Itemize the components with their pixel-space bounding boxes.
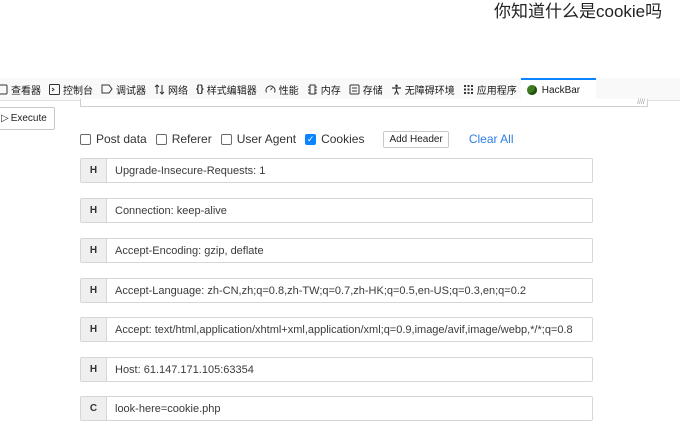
header-type-badge: H xyxy=(81,199,107,222)
tab-label: 调试器 xyxy=(116,85,146,97)
tab-label: 性能 xyxy=(278,85,299,97)
header-type-badge: H xyxy=(81,279,107,302)
cookies-checkbox[interactable]: ✓ xyxy=(305,133,317,145)
header-row: H Accept: text/html,application/xhtml+xm… xyxy=(80,317,593,342)
url-textarea[interactable]: //// xyxy=(80,99,648,107)
tab-label: 查看器 xyxy=(11,85,41,97)
devtools-toolbar: 查看器 控制台 调试器 网络 {} 样式编辑器 性能 内存 存储 无障碍环境 应… xyxy=(0,78,680,101)
referer-option[interactable]: Referer xyxy=(155,132,212,146)
tab-label: 内存 xyxy=(320,85,341,97)
application-icon xyxy=(463,84,474,95)
tab-application[interactable]: 应用程序 xyxy=(459,78,521,100)
tab-console[interactable]: 控制台 xyxy=(45,78,97,100)
header-type-badge: H xyxy=(81,239,107,262)
header-value-input[interactable]: Accept-Encoding: gzip, deflate xyxy=(107,239,264,262)
tab-label: HackBar xyxy=(541,84,581,96)
header-row: H Host: 61.147.171.105:63354 xyxy=(80,357,593,382)
option-label: Cookies xyxy=(321,132,365,146)
clear-all-link[interactable]: Clear All xyxy=(469,132,514,146)
tab-label: 存储 xyxy=(362,85,383,97)
page-title: 你知道什么是cookie吗 xyxy=(494,2,663,21)
play-icon: ▷ xyxy=(1,113,9,124)
header-value-input[interactable]: Accept-Language: zh-CN,zh;q=0.8,zh-TW;q=… xyxy=(107,279,526,302)
execute-label: Execute xyxy=(10,113,47,124)
tab-network[interactable]: 网络 xyxy=(150,78,192,100)
user-agent-checkbox[interactable] xyxy=(220,133,232,145)
add-header-button[interactable]: Add Header xyxy=(383,130,449,148)
tab-style-editor[interactable]: {} 样式编辑器 xyxy=(192,78,261,100)
tab-label: 应用程序 xyxy=(476,85,517,97)
header-value-input[interactable]: Host: 61.147.171.105:63354 xyxy=(107,358,254,381)
hackbar-icon xyxy=(526,85,537,95)
tab-storage[interactable]: 存储 xyxy=(345,78,387,100)
tab-memory[interactable]: 内存 xyxy=(303,78,345,100)
user-agent-option[interactable]: User Agent xyxy=(220,132,297,146)
option-label: Post data xyxy=(96,132,147,146)
header-row: H Upgrade-Insecure-Requests: 1 xyxy=(80,158,593,183)
performance-icon xyxy=(265,84,276,95)
cookie-value-input[interactable]: look-here=cookie.php xyxy=(107,397,221,420)
referer-checkbox[interactable] xyxy=(155,133,167,145)
post-data-option[interactable]: Post data xyxy=(80,132,147,146)
storage-icon xyxy=(349,84,360,95)
tab-label: 样式编辑器 xyxy=(206,85,257,97)
console-icon xyxy=(49,83,60,95)
cookie-type-badge: C xyxy=(81,397,107,420)
header-row: H Connection: keep-alive xyxy=(80,198,593,223)
accessibility-icon xyxy=(391,84,402,95)
style-editor-icon: {} xyxy=(196,83,204,95)
options-row: Post data Referer User Agent ✓ Cookies A… xyxy=(80,130,514,148)
cookie-row: C look-here=cookie.php xyxy=(80,396,593,421)
resize-grip-icon[interactable]: //// xyxy=(637,99,645,106)
header-type-badge: H xyxy=(81,358,107,381)
tab-inspector[interactable]: 查看器 xyxy=(0,78,45,100)
inspector-icon xyxy=(0,84,8,95)
header-value-input[interactable]: Connection: keep-alive xyxy=(107,199,227,222)
tab-debugger[interactable]: 调试器 xyxy=(97,78,150,100)
header-value-input[interactable]: Accept: text/html,application/xhtml+xml,… xyxy=(107,318,573,341)
tab-label: 无障碍环境 xyxy=(404,85,455,97)
execute-button[interactable]: ▷ Execute xyxy=(0,107,55,130)
network-icon xyxy=(154,83,165,95)
option-label: User Agent xyxy=(236,132,297,146)
devtools-panel: 查看器 控制台 调试器 网络 {} 样式编辑器 性能 内存 存储 无障碍环境 应… xyxy=(0,78,680,430)
tab-label: 网络 xyxy=(168,85,188,97)
header-value-input[interactable]: Upgrade-Insecure-Requests: 1 xyxy=(107,159,265,182)
option-label: Referer xyxy=(171,132,212,146)
header-row: H Accept-Encoding: gzip, deflate xyxy=(80,238,593,263)
tab-label: 控制台 xyxy=(63,85,93,97)
debugger-icon xyxy=(101,84,113,94)
post-data-checkbox[interactable] xyxy=(80,133,91,145)
tab-performance[interactable]: 性能 xyxy=(261,78,303,100)
header-type-badge: H xyxy=(81,159,107,182)
cookies-option[interactable]: ✓ Cookies xyxy=(305,132,364,146)
tab-accessibility[interactable]: 无障碍环境 xyxy=(387,78,459,100)
tab-hackbar[interactable]: HackBar xyxy=(520,78,597,100)
header-row: H Accept-Language: zh-CN,zh;q=0.8,zh-TW;… xyxy=(80,278,593,303)
header-type-badge: H xyxy=(81,318,107,341)
memory-icon xyxy=(307,84,318,95)
